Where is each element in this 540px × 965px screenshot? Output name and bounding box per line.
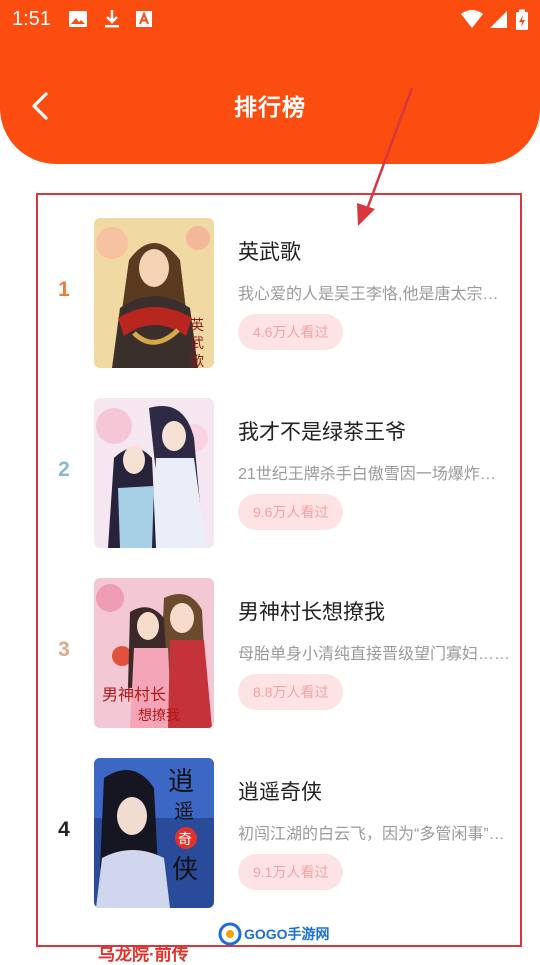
image-icon <box>69 11 87 27</box>
next-item-title-peek: 乌龙院·前传 <box>98 945 189 964</box>
views-badge: 4.6万人看过 <box>238 314 344 350</box>
svg-text:侠: 侠 <box>172 855 198 885</box>
book-title: 我才不是绿茶王爷 <box>238 421 406 444</box>
list-item[interactable]: 2 我才不是绿茶王爷 21世纪王牌杀手白傲雪因一场爆炸穿越到…… 9.6万人看过 <box>0 398 540 548</box>
status-bar: 1:51 <box>0 0 540 38</box>
svg-text:奇: 奇 <box>178 831 192 848</box>
book-cover[interactable]: 男神村长 想撩我 <box>94 578 214 728</box>
svg-text:遥: 遥 <box>174 799 194 823</box>
wifi-icon <box>461 10 483 28</box>
views-badge: 9.6万人看过 <box>238 494 344 530</box>
svg-text:英: 英 <box>190 317 204 334</box>
rank-number: 2 <box>58 458 70 481</box>
book-title: 男神村长想撩我 <box>238 601 385 624</box>
book-title: 逍遥奇侠 <box>238 781 322 804</box>
book-cover[interactable]: 逍 遥 奇 侠 <box>94 758 214 908</box>
watermark: GOGO手游网 <box>218 922 330 946</box>
book-description: 母胎单身小清纯直接晋级望门寡妇…… <box>238 646 510 663</box>
book-cover[interactable] <box>94 398 214 548</box>
book-title: 英武歌 <box>238 241 301 264</box>
views-badge: 9.1万人看过 <box>238 854 344 890</box>
views-badge: 8.8万人看过 <box>238 674 344 710</box>
svg-text:男神村长: 男神村长 <box>102 685 166 704</box>
list-item[interactable]: 4 逍 遥 奇 侠 逍遥奇侠 初闯江湖的白云飞，因为“多管闲事”…… 9.1万人… <box>0 758 540 908</box>
watermark-text: GOGO手游网 <box>244 926 330 942</box>
battery-charging-icon <box>516 9 528 30</box>
book-description: 初闯江湖的白云飞，因为“多管闲事”…… <box>238 826 510 843</box>
status-time: 1:51 <box>12 8 51 30</box>
rank-number: 1 <box>58 278 70 301</box>
header-bar: 1:51 排行榜 <box>0 0 540 164</box>
rank-number: 3 <box>58 638 70 661</box>
text-badge-icon <box>136 11 152 27</box>
download-icon <box>105 10 119 28</box>
svg-text:歌: 歌 <box>190 354 204 368</box>
signal-icon <box>490 11 507 28</box>
book-description: 我心爱的人是吴王李恪,他是唐太宗的儿子…… <box>238 286 510 303</box>
gogo-logo-icon <box>218 922 242 946</box>
list-item[interactable]: 1 英 武 歌 英武歌 我心爱的人是吴王李恪,他是唐太宗的儿子…… 4.6万人看… <box>0 218 540 368</box>
list-item[interactable]: 3 男神村长 想撩我 男神村长想撩我 母胎单身小清纯直接晋级望门寡妇…… 8.8… <box>0 578 540 728</box>
svg-text:武: 武 <box>190 336 204 352</box>
svg-text:逍: 逍 <box>168 767 194 797</box>
book-description: 21世纪王牌杀手白傲雪因一场爆炸穿越到…… <box>238 466 510 483</box>
svg-text:想撩我: 想撩我 <box>138 707 180 724</box>
page-title: 排行榜 <box>234 94 306 120</box>
rank-number: 4 <box>58 818 70 841</box>
book-cover[interactable]: 英 武 歌 <box>94 218 214 368</box>
